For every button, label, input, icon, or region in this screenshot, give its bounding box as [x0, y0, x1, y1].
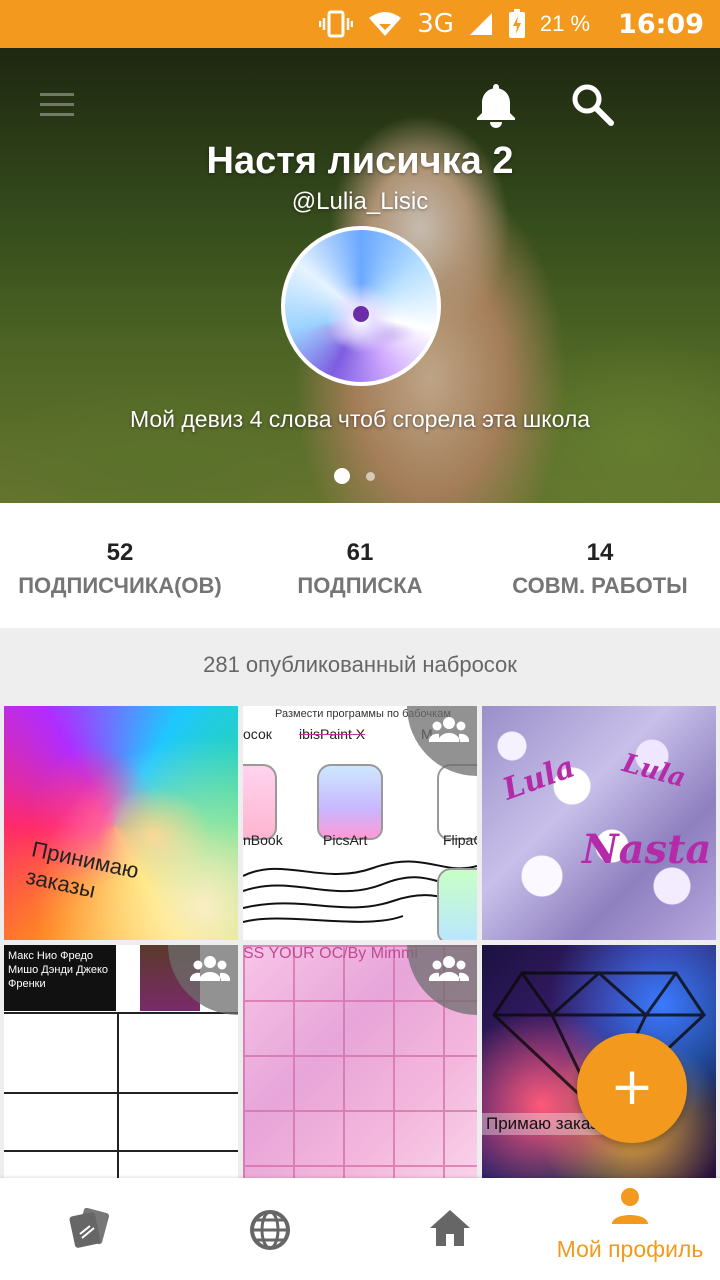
notifications-bell-icon[interactable]	[474, 80, 518, 128]
jar-image	[317, 764, 383, 840]
tile-caption: SS YOUR OC/By Mimmi	[243, 945, 418, 962]
stat-followers-label: ПОДПИСЧИКА(ОВ)	[18, 573, 222, 598]
signature: Lula	[619, 748, 689, 794]
signature: Nasta	[582, 826, 712, 873]
nav-item-home[interactable]	[360, 1178, 540, 1280]
collab-badge	[407, 706, 477, 776]
battery-percent: 21 %	[539, 11, 591, 36]
signature: Lula	[498, 749, 580, 808]
avatar[interactable]	[281, 226, 441, 386]
person-icon	[612, 1188, 648, 1224]
stat-following-label: ПОДПИСКА	[297, 573, 423, 598]
network-type: 3G	[417, 9, 454, 39]
add-sketch-button[interactable]: +	[577, 1033, 687, 1143]
jar-image	[437, 868, 477, 940]
nav-item-cards[interactable]	[0, 1178, 180, 1280]
wifi-icon	[369, 12, 402, 36]
search-icon[interactable]	[568, 80, 616, 128]
sketch-tile[interactable]: SS YOUR OC/By Mimmi	[243, 945, 477, 1179]
stat-following[interactable]: 61 ПОДПИСКА	[240, 539, 480, 599]
cards-icon	[69, 1208, 110, 1248]
stat-following-count: 61	[346, 539, 374, 566]
stat-collabs-count: 14	[586, 539, 614, 566]
home-icon	[430, 1210, 470, 1246]
clock: 16:09	[618, 8, 704, 40]
sketch-tile[interactable]: Размести программы по бабочкам осок ibis…	[243, 706, 477, 940]
carousel-dot-active[interactable]	[334, 468, 350, 484]
stat-collabs[interactable]: 14 СОВМ. РАБОТЫ	[480, 539, 720, 599]
group-icon	[190, 956, 230, 981]
nav-item-my-profile[interactable]: Мой профиль	[540, 1178, 720, 1280]
apple-logo-icon	[353, 306, 369, 322]
profile-name: Настя лисичка 2	[206, 140, 514, 182]
globe-icon	[250, 1210, 290, 1250]
stat-followers[interactable]: 52 ПОДПИСЧИКА(ОВ)	[0, 539, 240, 599]
profile-stats: 52 ПОДПИСЧИКА(ОВ) 61 ПОДПИСКА 14 СОВМ. Р…	[0, 503, 720, 628]
sketch-tile[interactable]: Макс Нио Фредо Мишо Дэнди Джеко Френки	[4, 945, 238, 1179]
published-count: 281 опубликованный набросок	[0, 628, 720, 702]
profile-header: Настя лисичка 2 @Lulia_Lisic Мой девиз 4…	[0, 48, 720, 503]
vibrate-icon	[319, 10, 354, 38]
profile-motto: Мой девиз 4 слова чтоб сгорела эта школа	[129, 406, 591, 432]
carousel-dot[interactable]	[366, 471, 375, 481]
status-bar: 3G 21 % 16:09	[0, 0, 720, 48]
nav-item-label: Мой профиль	[556, 1236, 704, 1262]
group-icon	[429, 956, 469, 981]
battery-charging-icon	[508, 9, 525, 38]
stat-collabs-label: СОВМ. РАБОТЫ	[512, 573, 688, 598]
group-icon	[429, 717, 469, 742]
profile-handle: @Lulia_Lisic	[291, 188, 429, 215]
carousel-indicator[interactable]	[334, 468, 375, 484]
jar-image	[243, 764, 277, 840]
sketch-tile[interactable]: Принимаю заказы	[4, 706, 238, 940]
bottom-navigation: Мой профиль	[0, 1178, 720, 1280]
nav-item-explore[interactable]	[180, 1178, 360, 1280]
menu-icon[interactable]	[40, 93, 74, 117]
stat-followers-count: 52	[106, 539, 134, 566]
sketch-tile[interactable]: Lula Lula Nasta	[482, 706, 716, 940]
signal-icon	[469, 13, 492, 35]
